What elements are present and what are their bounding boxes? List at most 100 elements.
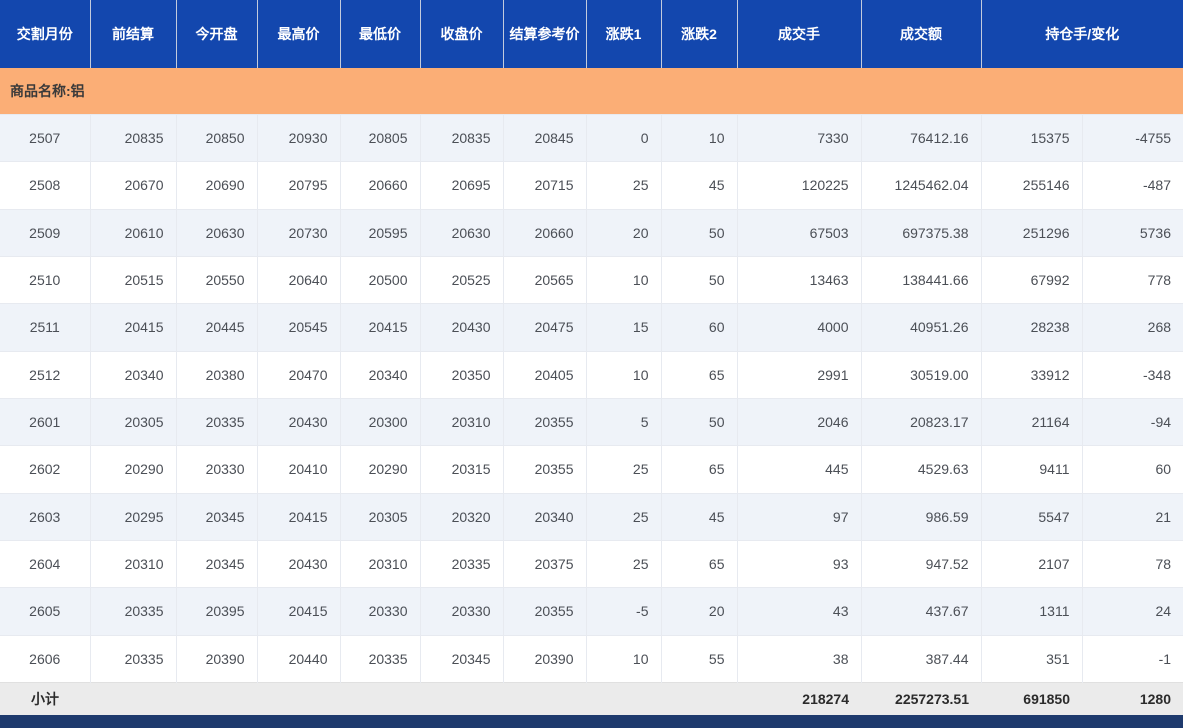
col-header-change-1: 涨跌1 bbox=[586, 0, 662, 68]
cell-delivery-month: 2606 bbox=[0, 634, 91, 683]
cell-oi-change: -1 bbox=[1082, 634, 1183, 683]
cell-low-price: 20595 bbox=[340, 208, 421, 257]
cell-settlement-ref-price: 20715 bbox=[503, 161, 587, 210]
cell-delivery-month: 2508 bbox=[0, 161, 91, 210]
cell-open-interest: 5547 bbox=[981, 492, 1083, 541]
col-header-change-2: 涨跌2 bbox=[661, 0, 738, 68]
cell-oi-change: 60 bbox=[1082, 445, 1183, 494]
cell-today-open: 20345 bbox=[176, 539, 258, 588]
cell-high-price: 20470 bbox=[257, 350, 341, 399]
cell-high-price: 20930 bbox=[257, 113, 341, 162]
cell-change-1: 25 bbox=[586, 492, 662, 541]
cell-turnover: 4529.63 bbox=[861, 445, 982, 494]
cell-prev-settlement: 20415 bbox=[90, 303, 177, 352]
cell-change-2: 45 bbox=[661, 161, 738, 210]
cell-change-1: 20 bbox=[586, 208, 662, 257]
cell-turnover: 986.59 bbox=[861, 492, 982, 541]
cell-open-interest: 251296 bbox=[981, 208, 1083, 257]
cell-high-price: 20410 bbox=[257, 445, 341, 494]
cell-change-2: 55 bbox=[661, 634, 738, 683]
subtotal-volume: 218274 bbox=[737, 681, 861, 716]
cell-open-interest: 67992 bbox=[981, 255, 1083, 304]
cell-prev-settlement: 20295 bbox=[90, 492, 177, 541]
table-row: 2604 20310 20345 20430 20310 20335 20375 25 65 93… bbox=[0, 539, 1183, 588]
cell-oi-change: -94 bbox=[1082, 397, 1183, 446]
cell-close-price: 20430 bbox=[420, 303, 504, 352]
cell-prev-settlement: 20335 bbox=[90, 634, 177, 683]
table-row: 2510 20515 20550 20640 20500 20525 20565 10 50 13… bbox=[0, 255, 1183, 304]
cell-open-interest: 21164 bbox=[981, 397, 1083, 446]
cell-settlement-ref-price: 20405 bbox=[503, 350, 587, 399]
cell-turnover: 1245462.04 bbox=[861, 161, 982, 210]
cell-oi-change: 78 bbox=[1082, 539, 1183, 588]
cell-high-price: 20430 bbox=[257, 397, 341, 446]
cell-change-1: 10 bbox=[586, 255, 662, 304]
cell-high-price: 20430 bbox=[257, 539, 341, 588]
cell-open-interest: 9411 bbox=[981, 445, 1083, 494]
cell-volume: 120225 bbox=[737, 161, 862, 210]
cell-prev-settlement: 20290 bbox=[90, 445, 177, 494]
cell-oi-change: 268 bbox=[1082, 303, 1183, 352]
col-header-today-open: 今开盘 bbox=[176, 0, 258, 68]
table-row: 2507 20835 20850 20930 20805 20835 20845 0 10 733… bbox=[0, 113, 1183, 162]
cell-today-open: 20390 bbox=[176, 634, 258, 683]
subtotal-open-interest: 691850 bbox=[981, 681, 1082, 716]
cell-volume: 93 bbox=[737, 539, 862, 588]
cell-oi-change: 5736 bbox=[1082, 208, 1183, 257]
cell-close-price: 20525 bbox=[420, 255, 504, 304]
col-header-high-price: 最高价 bbox=[257, 0, 341, 68]
cell-delivery-month: 2604 bbox=[0, 539, 91, 588]
cell-change-1: 5 bbox=[586, 397, 662, 446]
cell-delivery-month: 2512 bbox=[0, 350, 91, 399]
cell-close-price: 20315 bbox=[420, 445, 504, 494]
futures-quote-table: 交割月份 前结算 今开盘 最高价 最低价 收盘价 结算参考价 涨跌1 涨跌2 成交手 成交额 持仓手/… bbox=[0, 0, 1183, 716]
cell-close-price: 20335 bbox=[420, 539, 504, 588]
cell-close-price: 20310 bbox=[420, 397, 504, 446]
cell-delivery-month: 2603 bbox=[0, 492, 91, 541]
cell-settlement-ref-price: 20475 bbox=[503, 303, 587, 352]
cell-low-price: 20340 bbox=[340, 350, 421, 399]
cell-delivery-month: 2602 bbox=[0, 445, 91, 494]
col-header-delivery-month: 交割月份 bbox=[0, 0, 91, 68]
table-row: 2602 20290 20330 20410 20290 20315 20355 25 65 44… bbox=[0, 445, 1183, 494]
cell-change-1: 0 bbox=[586, 113, 662, 162]
cell-prev-settlement: 20335 bbox=[90, 587, 177, 636]
cell-volume: 2991 bbox=[737, 350, 862, 399]
product-name-row: 商品名称:铝 bbox=[0, 68, 1183, 115]
cell-delivery-month: 2601 bbox=[0, 397, 91, 446]
cell-change-1: 10 bbox=[586, 634, 662, 683]
cell-volume: 7330 bbox=[737, 113, 862, 162]
cell-turnover: 437.67 bbox=[861, 587, 982, 636]
cell-today-open: 20445 bbox=[176, 303, 258, 352]
cell-change-1: 10 bbox=[586, 350, 662, 399]
cell-change-1: 15 bbox=[586, 303, 662, 352]
cell-change-2: 50 bbox=[661, 397, 738, 446]
cell-today-open: 20335 bbox=[176, 397, 258, 446]
cell-oi-change: 21 bbox=[1082, 492, 1183, 541]
cell-prev-settlement: 20340 bbox=[90, 350, 177, 399]
cell-open-interest: 1311 bbox=[981, 587, 1083, 636]
cell-prev-settlement: 20835 bbox=[90, 113, 177, 162]
cell-change-2: 60 bbox=[661, 303, 738, 352]
cell-open-interest: 2107 bbox=[981, 539, 1083, 588]
table-row: 2603 20295 20345 20415 20305 20320 20340 25 45 97… bbox=[0, 492, 1183, 541]
cell-low-price: 20290 bbox=[340, 445, 421, 494]
cell-delivery-month: 2511 bbox=[0, 303, 91, 352]
table-row: 2508 20670 20690 20795 20660 20695 20715 25 45 12… bbox=[0, 161, 1183, 210]
cell-close-price: 20350 bbox=[420, 350, 504, 399]
cell-settlement-ref-price: 20355 bbox=[503, 397, 587, 446]
cell-turnover: 138441.66 bbox=[861, 255, 982, 304]
cell-change-2: 10 bbox=[661, 113, 738, 162]
cell-low-price: 20305 bbox=[340, 492, 421, 541]
cell-change-1: 25 bbox=[586, 445, 662, 494]
table-header-row: 交割月份 前结算 今开盘 最高价 最低价 收盘价 结算参考价 涨跌1 涨跌2 成交手 成交额 持仓手/… bbox=[0, 0, 1183, 68]
cell-open-interest: 33912 bbox=[981, 350, 1083, 399]
cell-change-1: 25 bbox=[586, 539, 662, 588]
cell-open-interest: 15375 bbox=[981, 113, 1083, 162]
cell-high-price: 20545 bbox=[257, 303, 341, 352]
cell-volume: 13463 bbox=[737, 255, 862, 304]
cell-high-price: 20640 bbox=[257, 255, 341, 304]
table-row: 2512 20340 20380 20470 20340 20350 20405 10 65 29… bbox=[0, 350, 1183, 399]
col-header-turnover: 成交额 bbox=[861, 0, 982, 68]
cell-high-price: 20730 bbox=[257, 208, 341, 257]
